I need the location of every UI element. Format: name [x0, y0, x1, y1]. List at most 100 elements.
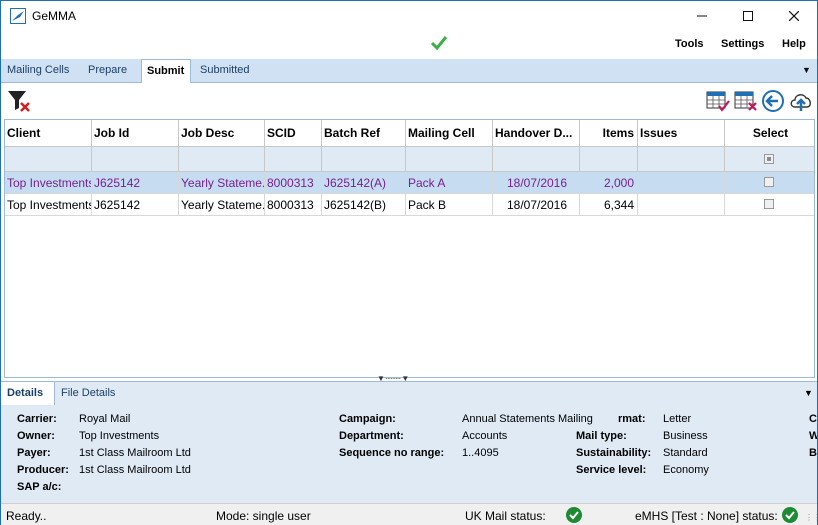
filter-mailing-cell[interactable] — [406, 147, 493, 172]
sequence-value: 1..4095 — [462, 447, 499, 459]
submit-grid: Client Job Id Job Desc SCID Batch Ref Ma… — [4, 119, 815, 378]
service-level-value: Economy — [663, 464, 709, 476]
col-client[interactable]: Client — [5, 120, 92, 147]
col-job-id[interactable]: Job Id — [92, 120, 179, 147]
menu-help[interactable]: Help — [782, 38, 806, 50]
table-row[interactable]: Top Investments J625142 Yearly Stateme..… — [5, 172, 814, 194]
filter-issues[interactable] — [638, 147, 725, 172]
department-value: Accounts — [462, 430, 508, 442]
details-panel: Carrier: Royal Mail Owner: Top Investmen… — [1, 405, 817, 503]
menu-tools[interactable]: Tools — [675, 38, 704, 50]
filter-job-desc[interactable] — [179, 147, 265, 172]
owner-label: Owner: — [17, 430, 55, 442]
cell-batch-ref: J625142(A) — [322, 172, 406, 194]
filter-job-id[interactable] — [92, 147, 179, 172]
status-mode: Mode: single user — [216, 509, 311, 523]
tab-submit[interactable]: Submit — [141, 59, 191, 83]
emhs-ok-icon — [782, 507, 798, 523]
minimize-icon — [697, 15, 707, 17]
col-handover-date[interactable]: Handover D... — [493, 120, 580, 147]
cloud-upload-icon[interactable] — [789, 89, 813, 113]
toolbar — [1, 84, 817, 118]
row-select-checkbox[interactable] — [764, 199, 774, 209]
row-select-checkbox[interactable] — [764, 177, 774, 187]
sustainability-label: Sustainability: — [576, 447, 652, 459]
tab-dropdown-icon[interactable]: ▼ — [802, 65, 811, 75]
format-value: Letter — [663, 413, 692, 425]
app-window: GeMMA Tools Settings Help Mailing Cells … — [0, 0, 818, 525]
connection-ok-check-icon — [430, 36, 448, 51]
sequence-label: Sequence no range: — [339, 447, 445, 459]
col-items[interactable]: Items — [580, 120, 638, 147]
department-label: Department: — [339, 430, 404, 442]
cell-mailing-cell: Pack A — [406, 172, 493, 194]
menu-settings[interactable]: Settings — [721, 38, 764, 50]
truncated-label-c: C — [809, 413, 817, 425]
filter-row — [5, 147, 814, 172]
status-ready: Ready.. — [6, 509, 47, 523]
close-icon — [789, 11, 799, 21]
filter-items[interactable] — [580, 147, 638, 172]
carrier-value: Royal Mail — [79, 413, 131, 425]
grid-header: Client Job Id Job Desc SCID Batch Ref Ma… — [5, 120, 814, 147]
cell-select — [725, 172, 814, 194]
mail-type-label: Mail type: — [576, 430, 627, 442]
tab-file-details[interactable]: File Details — [61, 387, 115, 399]
cell-select — [725, 194, 814, 216]
cell-batch-ref: J625142(B) — [322, 194, 406, 216]
filter-batch-ref[interactable] — [322, 147, 406, 172]
maximize-button[interactable] — [725, 1, 771, 31]
gemma-logo-icon — [10, 8, 26, 24]
col-job-desc[interactable]: Job Desc — [179, 120, 265, 147]
clear-filter-icon[interactable] — [7, 89, 31, 113]
col-mailing-cell[interactable]: Mailing Cell — [406, 120, 493, 147]
cell-scid: 8000313 — [265, 194, 322, 216]
tab-mailing-cells[interactable]: Mailing Cells — [7, 64, 69, 76]
col-select[interactable]: Select — [725, 120, 814, 147]
tab-submitted[interactable]: Submitted — [200, 64, 250, 76]
cell-job-id: J625142 — [92, 172, 179, 194]
minimize-button[interactable] — [679, 1, 725, 31]
window-title: GeMMA — [32, 9, 77, 23]
table-row[interactable]: Top Investments J625142 Yearly Stateme..… — [5, 194, 814, 216]
cell-client: Top Investments — [5, 172, 92, 194]
cell-client: Top Investments — [5, 194, 92, 216]
tab-prepare[interactable]: Prepare — [88, 64, 127, 76]
resize-grip-icon[interactable]: ⋮⋮ — [805, 513, 818, 522]
col-batch-ref[interactable]: Batch Ref — [322, 120, 406, 147]
cell-mailing-cell: Pack B — [406, 194, 493, 216]
carrier-label: Carrier: — [17, 413, 57, 425]
status-bar: Ready.. Mode: single user UK Mail status… — [1, 503, 818, 525]
campaign-value: Annual Statements Mailing — [462, 413, 593, 425]
sap-label: SAP a/c: — [17, 481, 62, 493]
service-level-label: Service level: — [576, 464, 647, 476]
tab-details[interactable]: Details — [1, 382, 55, 406]
cell-issues — [638, 172, 725, 194]
select-all-grid-icon[interactable] — [706, 89, 730, 113]
truncated-label-b: B — [809, 447, 817, 459]
select-all-checkbox[interactable] — [764, 154, 774, 164]
filter-client[interactable] — [5, 147, 92, 172]
cell-job-desc: Yearly Stateme... — [179, 172, 265, 194]
close-button[interactable] — [771, 1, 817, 31]
col-issues[interactable]: Issues — [638, 120, 725, 147]
cell-issues — [638, 194, 725, 216]
details-dropdown-icon[interactable]: ▼ — [804, 388, 813, 398]
back-arrow-icon[interactable] — [761, 89, 785, 113]
producer-label: Producer: — [17, 464, 69, 476]
filter-handover-date[interactable] — [493, 147, 580, 172]
status-uk-mail: UK Mail status: — [465, 509, 546, 523]
deselect-all-grid-icon[interactable] — [734, 89, 758, 113]
payer-label: Payer: — [17, 447, 51, 459]
filter-scid[interactable] — [265, 147, 322, 172]
sustainability-value: Standard — [663, 447, 708, 459]
cell-items: 6,344 — [580, 194, 638, 216]
owner-value: Top Investments — [79, 430, 160, 442]
col-scid[interactable]: SCID — [265, 120, 322, 147]
status-emhs: eMHS [Test : None] status: — [635, 509, 778, 523]
format-label: rmat: — [618, 413, 646, 425]
main-tab-strip: Mailing Cells Prepare Submit Submitted ▼ — [1, 59, 817, 83]
cell-job-desc: Yearly Stateme... — [179, 194, 265, 216]
cell-scid: 8000313 — [265, 172, 322, 194]
menu-bar: Tools Settings Help — [1, 32, 817, 58]
